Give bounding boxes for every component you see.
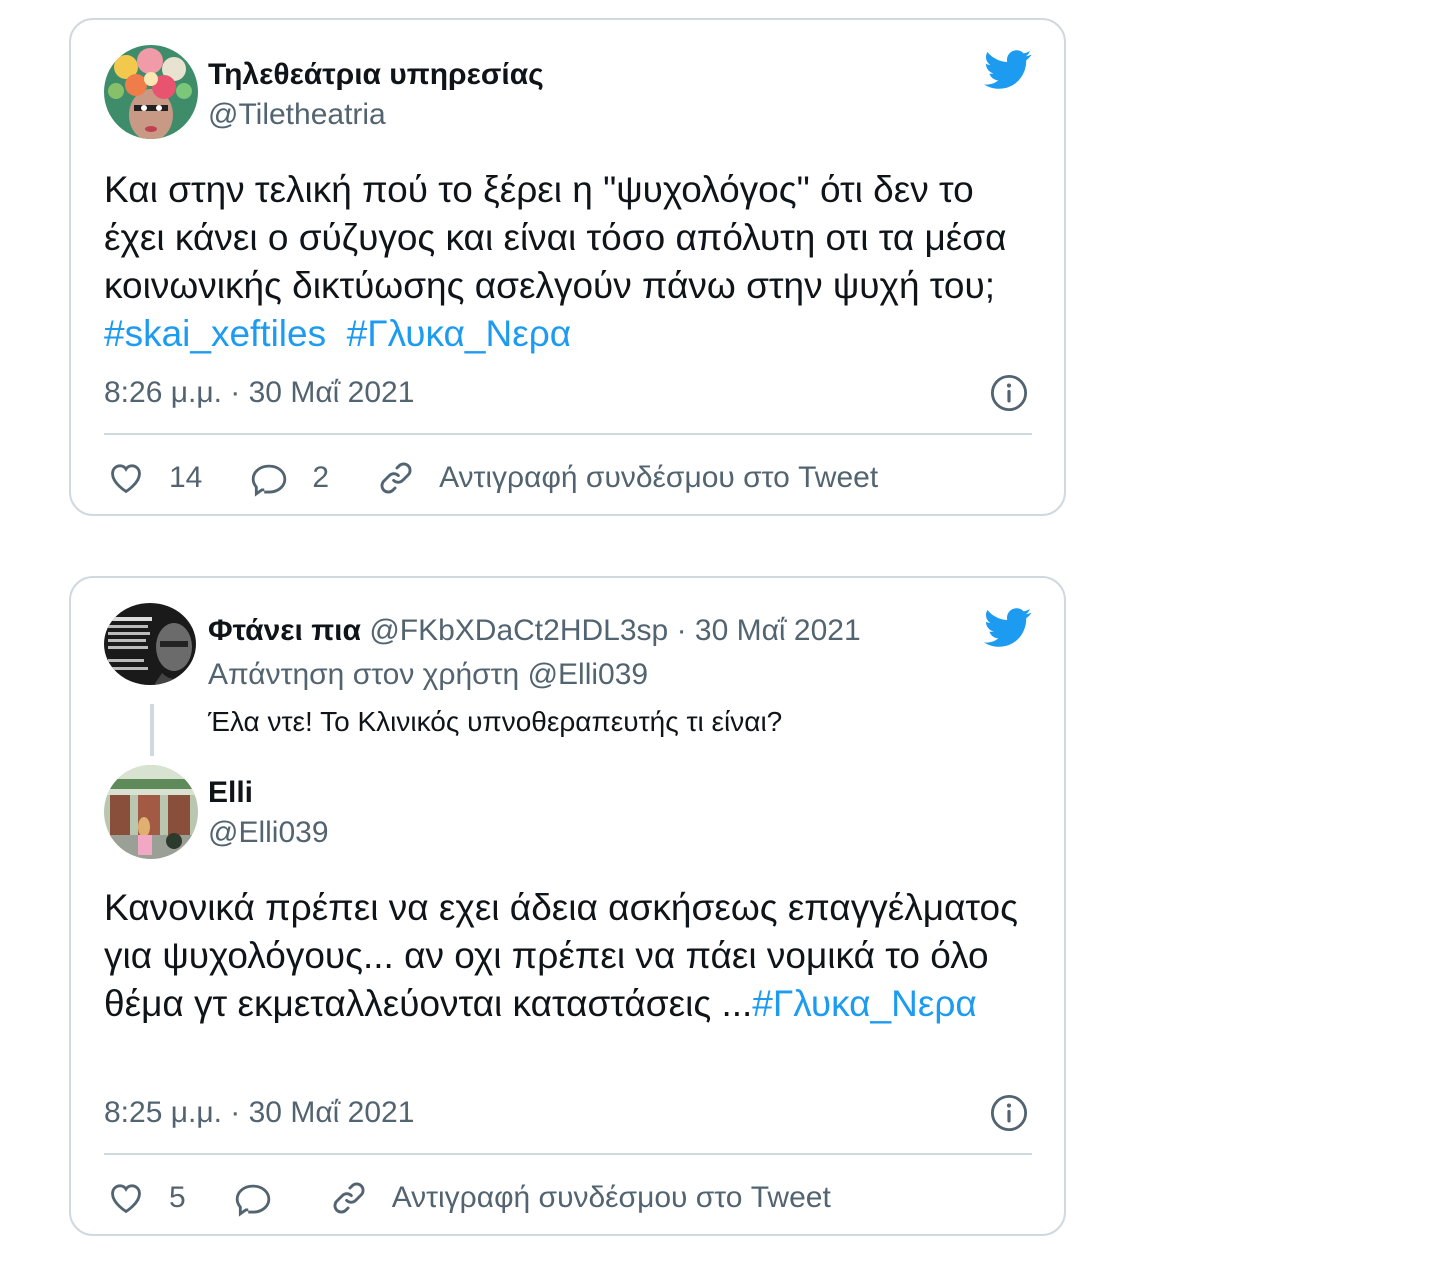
heart-icon (111, 464, 141, 494)
link-icon (333, 1182, 365, 1214)
tweet-actions: 5 Αντιγραφή συνδέσμου στο Tweet (107, 1176, 831, 1220)
author-avatar[interactable] (104, 45, 198, 139)
like-button[interactable]: 5 (107, 1179, 186, 1217)
hashtag-link[interactable]: #Γλυκα_Νερα (347, 313, 571, 354)
hashtag-link[interactable]: #skai_xeftiles (104, 313, 326, 354)
copy-link-button[interactable]: Αντιγραφή συνδέσμου στο Tweet (330, 1179, 831, 1217)
heart-icon (111, 1184, 141, 1214)
reply-button[interactable] (234, 1179, 272, 1217)
tweet-body: Και στην τελική πού το ξέρει η "ψυχολόγο… (104, 169, 1007, 306)
embedded-tweet-card[interactable]: Τηλεθεάτρια υπηρεσίας @Tiletheatria Και … (69, 18, 1066, 516)
divider (104, 433, 1032, 435)
twitter-bird-icon[interactable] (984, 608, 1032, 648)
reply-icon (252, 464, 287, 497)
author-handle[interactable]: @Elli039 (208, 816, 329, 850)
parent-author-handle[interactable]: @FKbXDaCt2HDL3sp (369, 614, 668, 647)
divider (104, 1153, 1032, 1155)
parent-author-avatar[interactable] (104, 603, 196, 685)
reply-to-prefix: Απάντηση στον χρήστη (208, 658, 520, 691)
tweet-text: Κανονικά πρέπει να εχει άδεια ασκήσεως ε… (104, 884, 1044, 1028)
reply-to-mention[interactable]: @Elli039 (528, 658, 649, 691)
link-icon (380, 462, 412, 494)
tweet-text: Και στην τελική πού το ξέρει η "ψυχολόγο… (104, 166, 1044, 358)
parent-tweet-header: Φτάνει πια @FKbXDaCt2HDL3sp · 30 Μαΐ 202… (208, 614, 861, 648)
reply-icon (235, 1184, 270, 1217)
copy-link-label: Αντιγραφή συνδέσμου στο Tweet (391, 1181, 831, 1214)
author-name[interactable]: Τηλεθεάτρια υπηρεσίας (208, 58, 544, 92)
tweet-timestamp[interactable]: 8:25 μ.μ. · 30 Μαΐ 2021 (104, 1096, 414, 1130)
reply-to-line: Απάντηση στον χρήστη @Elli039 (208, 658, 648, 692)
reply-count: 2 (312, 461, 330, 494)
embedded-tweet-card[interactable]: Φτάνει πια @FKbXDaCt2HDL3sp · 30 Μαΐ 202… (69, 576, 1066, 1236)
info-icon[interactable] (990, 374, 1028, 412)
parent-tweet-date[interactable]: · 30 Μαΐ 2021 (677, 614, 861, 647)
thread-connector (150, 704, 154, 756)
author-handle[interactable]: @Tiletheatria (208, 98, 386, 132)
parent-author-name[interactable]: Φτάνει πια (208, 614, 361, 647)
tweet-timestamp[interactable]: 8:26 μ.μ. · 30 Μαΐ 2021 (104, 376, 414, 410)
author-name[interactable]: Elli (208, 776, 253, 810)
copy-link-label: Αντιγραφή συνδέσμου στο Tweet (439, 461, 879, 494)
like-count: 14 (169, 461, 203, 494)
twitter-bird-icon[interactable] (984, 50, 1032, 90)
info-icon[interactable] (990, 1094, 1028, 1132)
like-count: 5 (169, 1181, 186, 1214)
parent-tweet-text: Έλα ντε! Το Κλινικός υπνοθεραπευτής τι ε… (208, 706, 783, 737)
copy-link-button[interactable]: Αντιγραφή συνδέσμου στο Tweet (377, 459, 878, 497)
reply-button[interactable]: 2 (250, 459, 329, 497)
tweet-actions: 14 2 Αντιγραφή συνδέσμου στο Tweet (107, 456, 878, 500)
like-button[interactable]: 14 (107, 459, 202, 497)
author-avatar[interactable] (104, 765, 198, 859)
hashtag-link[interactable]: #Γλυκα_Νερα (752, 983, 976, 1024)
